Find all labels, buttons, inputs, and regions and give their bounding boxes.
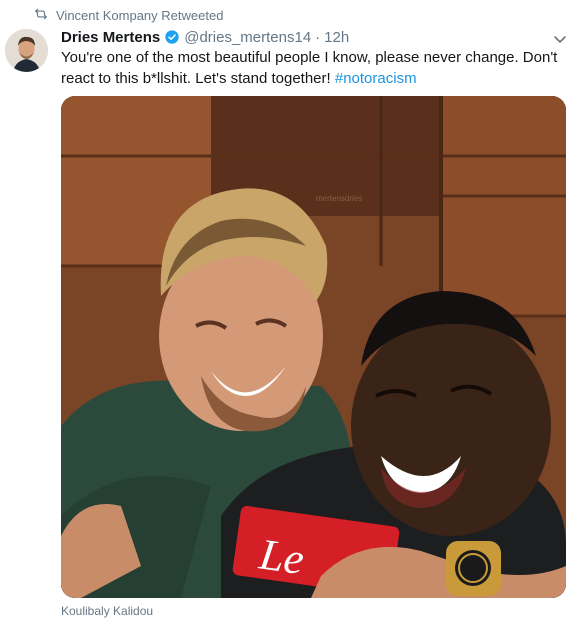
author-handle[interactable]: @dries_mertens14 [184, 29, 311, 46]
more-options-chevron-icon[interactable] [552, 31, 568, 47]
tweet-text: You're one of the most beautiful people … [61, 47, 561, 89]
author-name[interactable]: Dries Mertens [61, 29, 160, 46]
separator-dot: · [315, 28, 321, 46]
jersey-sponsor-logo: Le [256, 529, 307, 584]
tweet-body-text: You're one of the most beautiful people … [61, 49, 558, 87]
avatar[interactable] [5, 29, 48, 72]
retweet-icon [34, 7, 48, 24]
retweeted-by-line[interactable]: Vincent Kompany Retweeted [34, 6, 223, 24]
tweet-photo[interactable]: Le mertensdries [61, 96, 566, 598]
verified-badge-icon [165, 30, 179, 44]
media-caption: Koulibaly Kalidou [61, 604, 154, 618]
hashtag-link[interactable]: #notoracism [335, 70, 417, 87]
timestamp-link[interactable]: 12h [324, 29, 349, 46]
tweet-header: Dries Mertens @dries_mertens14 · 12h [61, 27, 349, 47]
photo-watermark: mertensdries [316, 194, 362, 203]
retweeted-by-text: Vincent Kompany Retweeted [56, 7, 224, 23]
